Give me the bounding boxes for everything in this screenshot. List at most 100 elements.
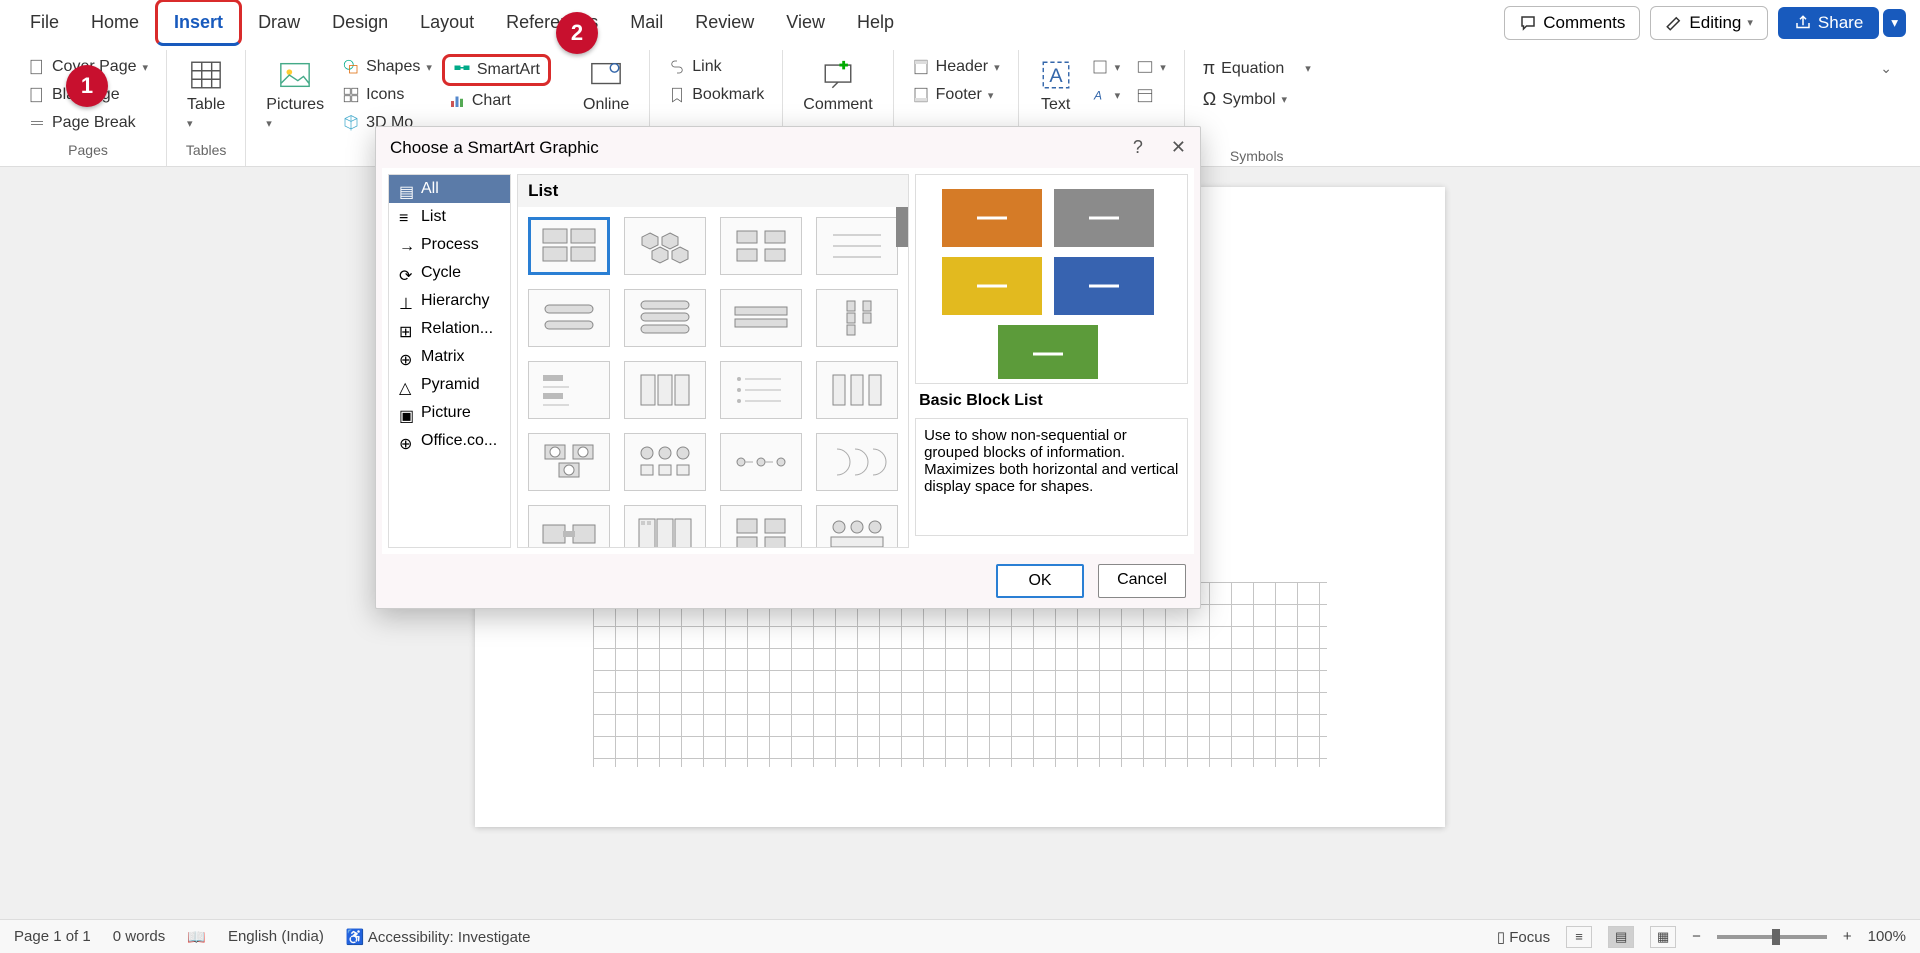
smartart-thumb[interactable] xyxy=(624,289,706,347)
cancel-button[interactable]: Cancel xyxy=(1098,564,1186,598)
tab-review[interactable]: Review xyxy=(679,2,770,43)
smartart-thumb[interactable] xyxy=(528,289,610,347)
comment-icon xyxy=(1519,14,1537,32)
tab-mailings[interactable]: Mail xyxy=(614,2,679,43)
smartart-thumb[interactable] xyxy=(624,217,706,275)
category-cycle[interactable]: ⟳Cycle xyxy=(389,259,510,287)
smartart-thumb[interactable] xyxy=(624,505,706,547)
dialog-help-button[interactable]: ? xyxy=(1133,137,1143,158)
gallery-scrollbar[interactable] xyxy=(896,207,908,247)
smartart-icon xyxy=(453,61,471,79)
ok-button[interactable]: OK xyxy=(996,564,1084,598)
tab-home[interactable]: Home xyxy=(75,2,155,43)
smartart-thumb[interactable] xyxy=(720,361,802,419)
online-video-button[interactable]: Online xyxy=(575,54,637,118)
category-matrix[interactable]: ⊕Matrix xyxy=(389,343,510,371)
page-icon xyxy=(28,58,46,76)
category-relationship[interactable]: ⊞Relation... xyxy=(389,315,510,343)
page-break-button[interactable]: Page Break xyxy=(22,110,142,136)
shapes-icon xyxy=(342,58,360,76)
zoom-level[interactable]: 100% xyxy=(1868,928,1906,945)
blank-page-icon xyxy=(28,86,46,104)
tab-help[interactable]: Help xyxy=(841,2,910,43)
icons-icon xyxy=(342,86,360,104)
group-label-symbols: Symbols xyxy=(1230,148,1284,164)
smartart-thumb[interactable] xyxy=(816,361,898,419)
symbol-button[interactable]: Ω Symbol▾ xyxy=(1197,85,1293,114)
tab-layout[interactable]: Layout xyxy=(404,2,490,43)
read-mode-button[interactable]: ≡ xyxy=(1566,926,1592,948)
table-grid xyxy=(593,582,1327,767)
footer-button[interactable]: Footer▾ xyxy=(906,82,1000,108)
smartart-thumb[interactable] xyxy=(624,361,706,419)
smartart-thumb[interactable] xyxy=(816,217,898,275)
dialog-close-button[interactable]: ✕ xyxy=(1171,137,1186,158)
table-button[interactable]: Table▾ xyxy=(179,54,233,136)
smartart-thumb[interactable] xyxy=(528,433,610,491)
tab-file[interactable]: File xyxy=(14,2,75,43)
wordart-icon: A xyxy=(1091,86,1109,104)
status-spellcheck-icon[interactable]: 📖 xyxy=(187,928,206,946)
editing-button[interactable]: Editing ▾ xyxy=(1650,6,1768,40)
smartart-thumb[interactable] xyxy=(528,505,610,547)
tab-design[interactable]: Design xyxy=(316,2,404,43)
chart-button[interactable]: Chart xyxy=(442,88,551,114)
category-picture[interactable]: ▣Picture xyxy=(389,399,510,427)
link-button[interactable]: Link xyxy=(662,54,727,80)
category-office[interactable]: ⊕Office.co... xyxy=(389,427,510,455)
comment-insert-button[interactable]: Comment xyxy=(795,54,880,118)
tab-draw[interactable]: Draw xyxy=(242,2,316,43)
link-icon xyxy=(668,58,686,76)
header-button[interactable]: Header▾ xyxy=(906,54,1006,80)
category-process[interactable]: →Process xyxy=(389,231,510,259)
smartart-thumb[interactable] xyxy=(720,433,802,491)
tab-insert[interactable]: Insert xyxy=(155,0,242,46)
date-time-button[interactable] xyxy=(1130,82,1172,108)
smartart-thumb[interactable] xyxy=(528,217,610,275)
category-hierarchy[interactable]: ⊥Hierarchy xyxy=(389,287,510,315)
pictures-button[interactable]: Pictures▾ xyxy=(258,54,332,136)
smartart-thumb[interactable] xyxy=(816,505,898,547)
text-box-icon: A xyxy=(1039,58,1073,92)
category-list-item[interactable]: ≡List xyxy=(389,203,510,231)
smartart-thumb[interactable] xyxy=(528,361,610,419)
smartart-thumb[interactable] xyxy=(624,433,706,491)
zoom-in-button[interactable]: + xyxy=(1843,928,1852,945)
smartart-thumb[interactable] xyxy=(816,289,898,347)
zoom-slider[interactable] xyxy=(1717,935,1827,939)
status-accessibility[interactable]: ♿ Accessibility: Investigate xyxy=(346,928,531,946)
icons-button[interactable]: Icons xyxy=(336,82,438,108)
status-page[interactable]: Page 1 of 1 xyxy=(14,928,91,945)
share-button[interactable]: Share xyxy=(1778,7,1879,39)
text-box-button[interactable]: A Text xyxy=(1031,54,1081,118)
wordart-button[interactable]: A▾ xyxy=(1085,82,1127,108)
bookmark-button[interactable]: Bookmark xyxy=(662,82,770,108)
print-layout-button[interactable]: ▤ xyxy=(1608,926,1634,948)
web-layout-button[interactable]: ▦ xyxy=(1650,926,1676,948)
equation-button[interactable]: π Equation ▾ xyxy=(1197,54,1317,83)
shapes-button[interactable]: Shapes▾ xyxy=(336,54,438,80)
chart-icon xyxy=(448,92,466,110)
quick-parts-button[interactable]: ▾ xyxy=(1085,54,1127,80)
zoom-out-button[interactable]: − xyxy=(1692,928,1701,945)
group-label-pages: Pages xyxy=(68,142,108,158)
category-pyramid[interactable]: △Pyramid xyxy=(389,371,510,399)
share-dropdown[interactable]: ▾ xyxy=(1883,9,1906,37)
tab-view[interactable]: View xyxy=(770,2,841,43)
parts-icon xyxy=(1091,58,1109,76)
status-words[interactable]: 0 words xyxy=(113,928,166,945)
smartart-thumb[interactable] xyxy=(720,289,802,347)
smartart-thumb[interactable] xyxy=(720,217,802,275)
category-all[interactable]: ▤All xyxy=(389,175,510,203)
drop-cap-button[interactable]: ▾ xyxy=(1130,54,1172,80)
focus-mode-button[interactable]: ▯ Focus xyxy=(1497,928,1550,946)
status-language[interactable]: English (India) xyxy=(228,928,324,945)
smartart-thumb[interactable] xyxy=(720,505,802,547)
ribbon-collapse-button[interactable]: ⌄ xyxy=(1870,50,1910,166)
smartart-button[interactable]: SmartArt xyxy=(442,54,551,86)
comments-button[interactable]: Comments xyxy=(1504,6,1640,40)
category-list: ▤All ≡List →Process ⟳Cycle ⊥Hierarchy ⊞R… xyxy=(388,174,511,548)
calendar-icon xyxy=(1136,86,1154,104)
pi-icon: π xyxy=(1203,58,1215,79)
smartart-thumb[interactable] xyxy=(816,433,898,491)
